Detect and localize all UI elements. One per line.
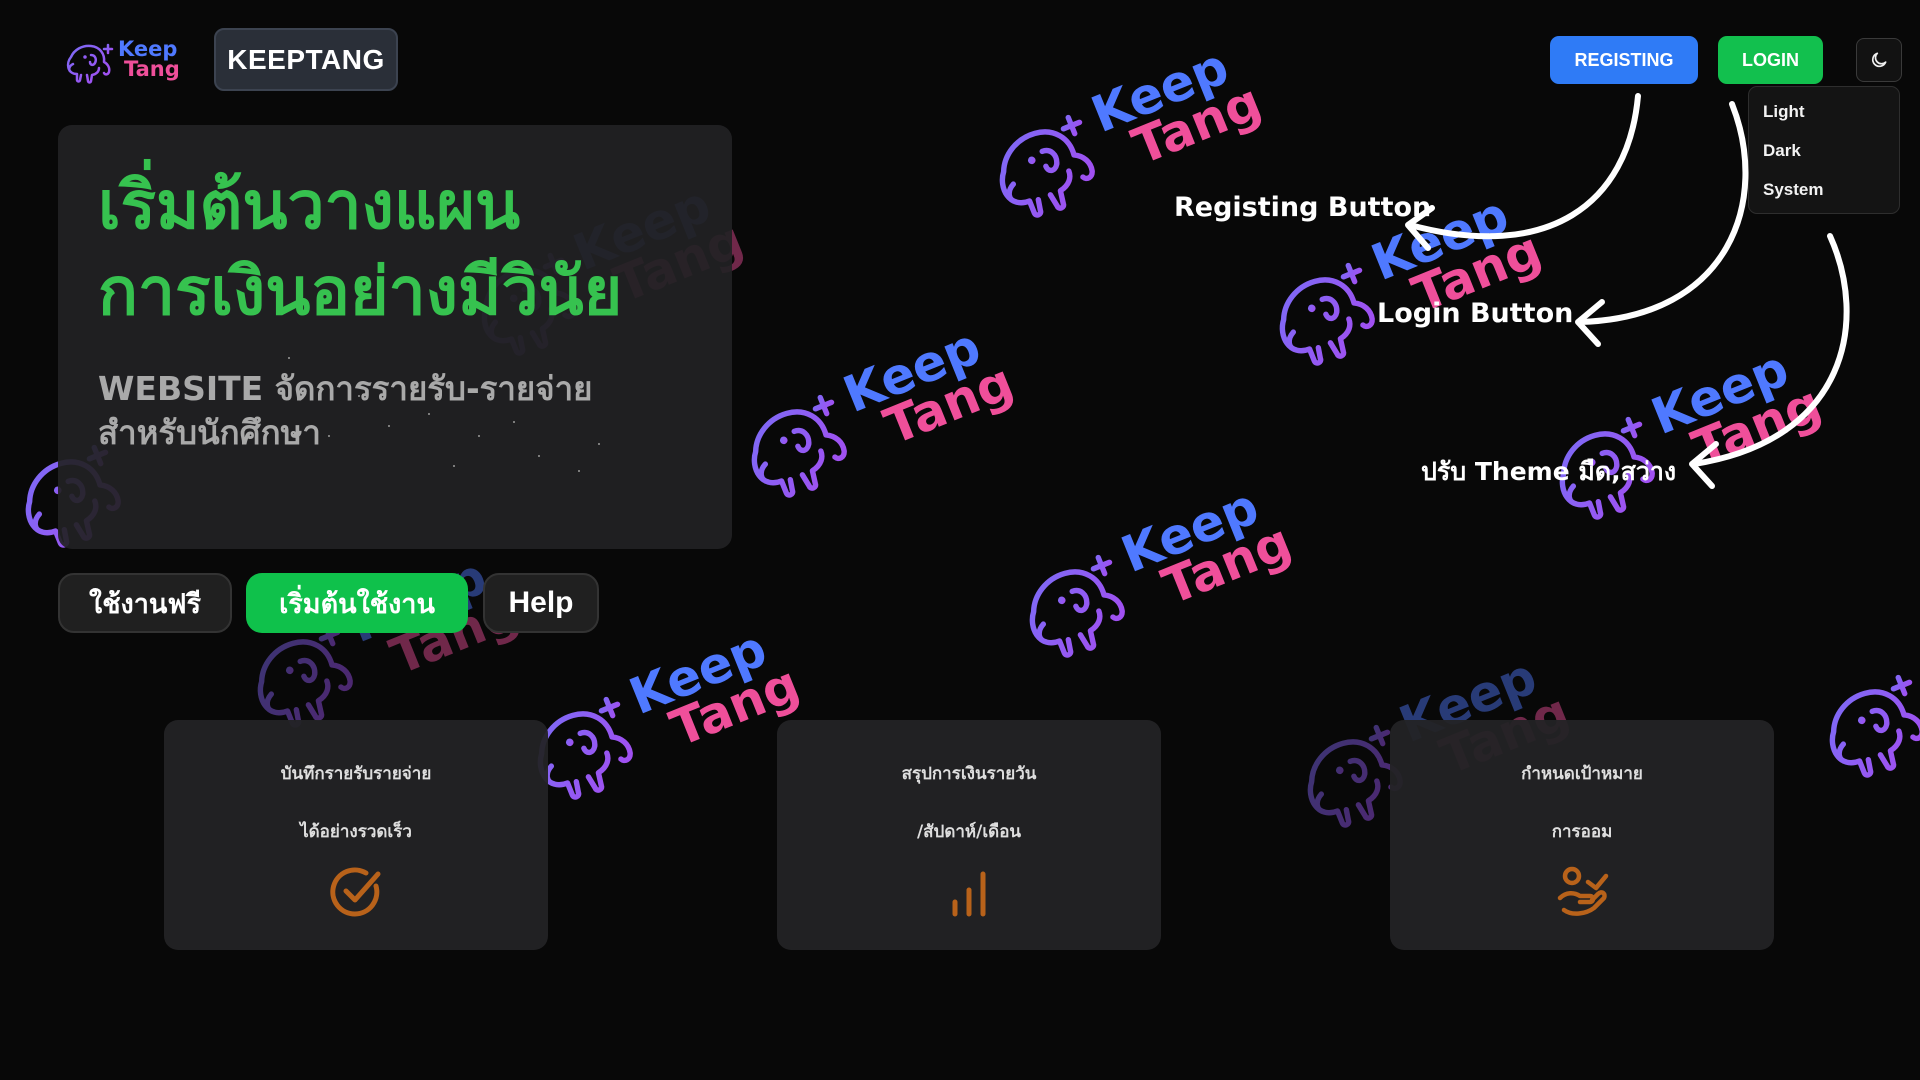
theme-option-system[interactable]: System xyxy=(1763,175,1899,214)
sparkle-dot xyxy=(538,455,540,457)
hero-subtitle-line: สำหรับนักศึกษา xyxy=(98,413,321,452)
moon-icon xyxy=(1871,52,1887,68)
feature-line: สรุปการเงินรายวัน xyxy=(901,764,1037,784)
feature-line: ได้อย่างรวดเร็ว xyxy=(300,822,412,842)
sparkle-dot xyxy=(578,470,580,472)
watermark-logo: KeepTang xyxy=(1527,330,1830,538)
login-button[interactable]: LOGIN xyxy=(1718,36,1823,84)
hero-title-line: การเงินอย่างมีวินัย xyxy=(98,253,623,330)
sparkle-dot xyxy=(288,357,290,359)
feature-line: บันทึกรายรับรายจ่าย xyxy=(280,764,432,784)
brand-button[interactable]: KEEPTANG xyxy=(214,28,398,91)
help-button[interactable]: Help xyxy=(483,573,599,633)
watermark-logo xyxy=(1797,645,1920,796)
watermark-logo: KeepTang xyxy=(719,308,1022,516)
annotation-login: Login Button xyxy=(1377,298,1574,329)
feature-line: การออม xyxy=(1551,822,1613,842)
feature-line: /สัปดาห์/เดือน xyxy=(916,822,1022,842)
sparkle-dot xyxy=(428,413,430,415)
registing-button[interactable]: REGISTING xyxy=(1550,36,1698,84)
sparkle-dot xyxy=(328,435,330,437)
sparkle-dot xyxy=(358,395,360,397)
feature-card-savings: กำหนดเป้าหมาย การออม xyxy=(1390,720,1774,950)
bar-chart-icon xyxy=(952,871,986,917)
theme-toggle-button[interactable] xyxy=(1856,38,1902,82)
hero-subtitle-line: WEBSITE จัดการรายรับ-รายจ่าย xyxy=(98,369,593,408)
check-circle-icon xyxy=(330,867,381,917)
watermark-logo: KeepTang xyxy=(225,538,528,746)
feature-card-summary: สรุปการเงินรายวัน /สัปดาห์/เดือน xyxy=(777,720,1161,950)
feature-card-record: บันทึกรายรับรายจ่าย ได้อย่างรวดเร็ว xyxy=(164,720,548,950)
sparkle-dot xyxy=(453,465,455,467)
savings-hand-icon xyxy=(1557,866,1609,916)
hero-title-line: เริ่มต้นวางแผน xyxy=(98,167,521,244)
hero-title: เริ่มต้นวางแผน การเงินอย่างมีวินัย xyxy=(98,163,718,335)
theme-option-light[interactable]: Light xyxy=(1763,97,1899,136)
watermark-logo: KeepTang xyxy=(505,610,808,818)
logo-wordmark: Keep Tang xyxy=(118,37,180,81)
elephant-logo-icon xyxy=(62,34,122,86)
sparkle-dot xyxy=(598,443,600,445)
page: Keep Tang Keep Tang Keep Tang Keep Tang Keep… xyxy=(0,0,1920,1080)
free-use-button[interactable]: ใช้งานฟรี xyxy=(58,573,232,633)
sparkle-dot xyxy=(513,421,515,423)
theme-option-dark[interactable]: Dark xyxy=(1763,136,1899,175)
get-started-button[interactable]: เริ่มต้นใช้งาน xyxy=(246,573,468,633)
site-logo[interactable]: Keep Tang xyxy=(62,30,182,90)
watermark-logo: KeepTang xyxy=(997,468,1300,676)
annotation-registing: Registing Button xyxy=(1174,192,1432,223)
sparkle-dot xyxy=(388,425,390,427)
annotation-theme: ปรับ Theme มืด,สว่าง xyxy=(1421,457,1677,486)
hero-subtitle: WEBSITE จัดการรายรับ-รายจ่าย สำหรับนักศึ… xyxy=(98,367,718,455)
theme-menu: Light Dark System xyxy=(1748,86,1900,214)
hero-card: เริ่มต้นวางแผน การเงินอย่างมีวินัย WEBSI… xyxy=(58,125,732,549)
feature-line: กำหนดเป้าหมาย xyxy=(1521,764,1643,784)
sparkle-dot xyxy=(478,435,480,437)
